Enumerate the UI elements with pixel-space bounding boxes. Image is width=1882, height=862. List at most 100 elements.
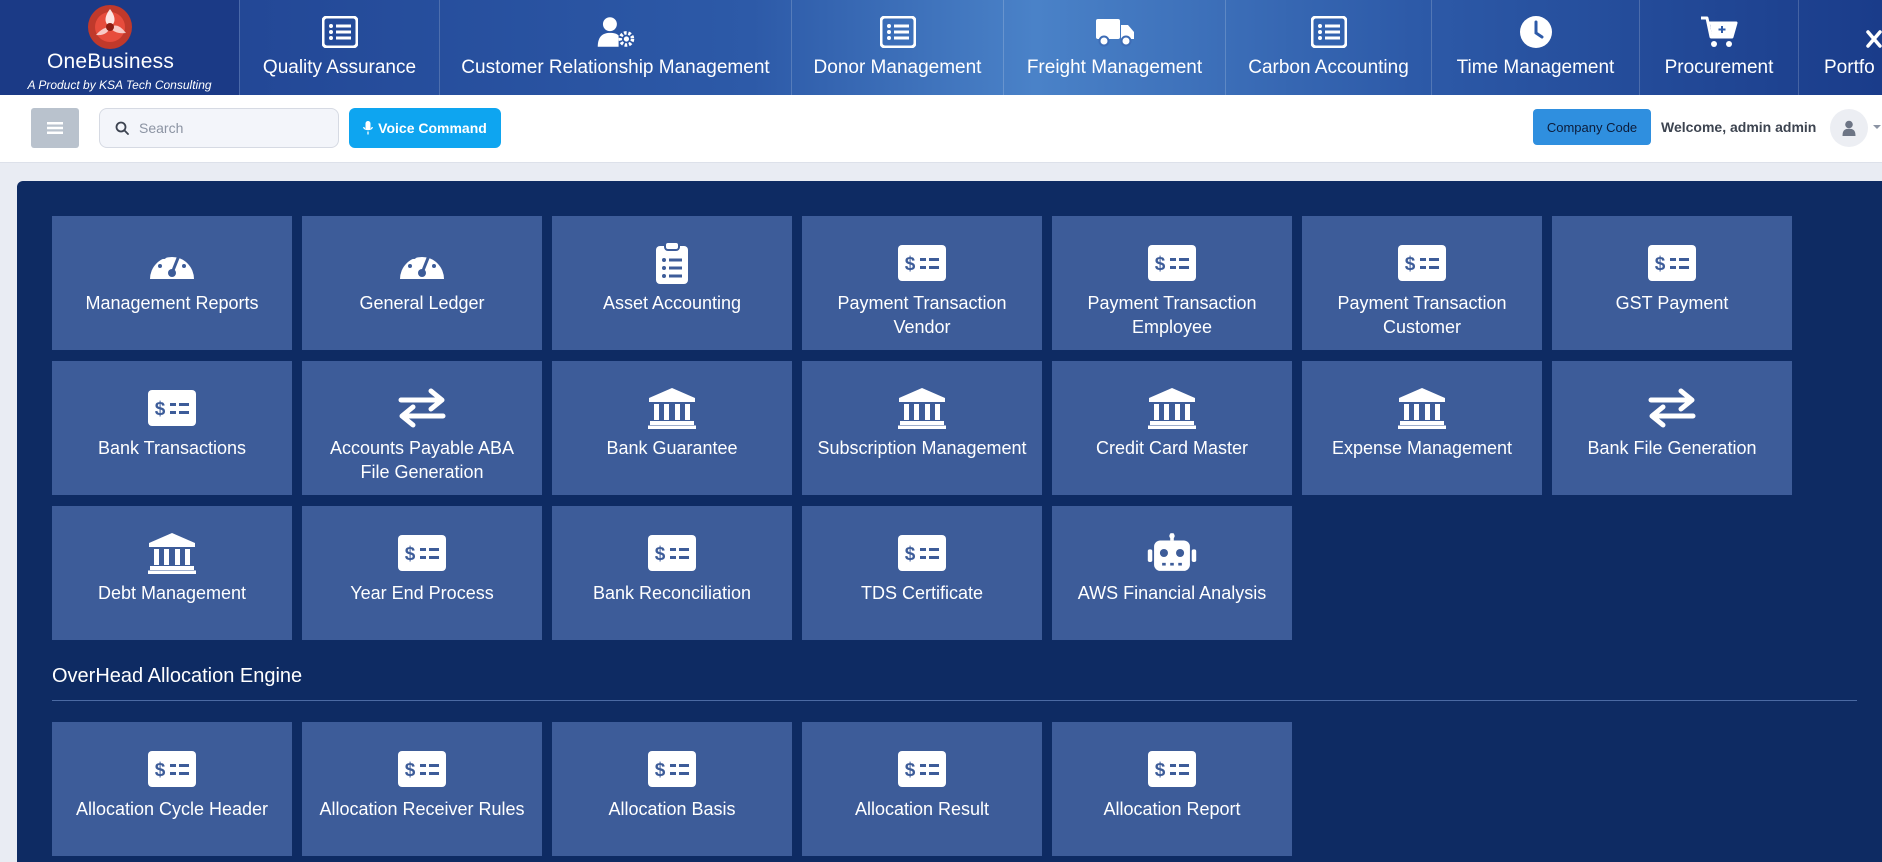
exchange-icon (1646, 388, 1698, 428)
tile-label: Bank Transactions (97, 438, 247, 458)
microphone-icon (363, 121, 374, 135)
tile-general-ledger[interactable]: General Ledger (302, 216, 542, 350)
tile-allocation-result[interactable]: $ Allocation Result (802, 722, 1042, 856)
cart-icon (1699, 14, 1739, 50)
tile-label: Allocation Receiver Rules (319, 799, 525, 819)
module-procurement[interactable]: Procurement (1639, 0, 1798, 95)
tile-label: Payment Transaction Vendor (837, 293, 1007, 337)
svg-text:$: $ (1405, 254, 1416, 275)
gauge-icon (396, 243, 448, 283)
tile-label: Payment Transaction Customer (1337, 293, 1507, 337)
module-carbon-accounting[interactable]: Carbon Accounting (1225, 0, 1431, 95)
tile-payment-transaction-vendor[interactable]: $ Payment Transaction Vendor (802, 216, 1042, 350)
tile-credit-card-master[interactable]: Credit Card Master (1052, 361, 1292, 495)
tile-label: Debt Management (97, 583, 247, 603)
tile-label: Management Reports (85, 293, 259, 313)
tile-label: Year End Process (350, 583, 494, 603)
tile-expense-management[interactable]: Expense Management (1302, 361, 1542, 495)
tile-label: Bank Guarantee (606, 438, 738, 458)
robot-icon (1146, 533, 1198, 573)
tile-label: Bank File Generation (1587, 438, 1757, 458)
company-code-button[interactable]: Company Code (1533, 109, 1651, 145)
module-crm[interactable]: Customer Relationship Management (439, 0, 791, 95)
tile-tds-certificate[interactable]: $ TDS Certificate (802, 506, 1042, 640)
tile-bank-file-generation[interactable]: Bank File Generation (1552, 361, 1792, 495)
money-bill-icon: $ (1146, 243, 1198, 283)
tile-allocation-cycle-header[interactable]: $ Allocation Cycle Header (52, 722, 292, 856)
tile-bank-reconciliation[interactable]: $ Bank Reconciliation (552, 506, 792, 640)
module-freight-management[interactable]: Freight Management (1003, 0, 1225, 95)
svg-text:$: $ (155, 760, 166, 781)
brand-tagline: A Product by KSA Tech Consulting (27, 78, 212, 92)
tile-accounts-payable-aba-file-generation[interactable]: Accounts Payable ABA File Generation (302, 361, 542, 495)
tile-label: Accounts Payable ABA File Generation (329, 438, 515, 482)
tile-label: Payment Transaction Employee (1087, 293, 1257, 337)
close-icon[interactable] (1864, 24, 1882, 58)
tile-allocation-receiver-rules[interactable]: $ Allocation Receiver Rules (302, 722, 542, 856)
bank-icon (146, 533, 198, 574)
tile-label: Allocation Cycle Header (75, 799, 269, 819)
tile-management-reports[interactable]: Management Reports (52, 216, 292, 350)
list-icon (1309, 14, 1349, 50)
sidebar-toggle-button[interactable] (31, 108, 79, 148)
tile-bank-transactions[interactable]: $ Bank Transactions (52, 361, 292, 495)
brand-name: OneBusiness (46, 50, 175, 73)
tile-subscription-management[interactable]: Subscription Management (802, 361, 1042, 495)
svg-text:$: $ (1655, 254, 1666, 275)
svg-text:$: $ (155, 399, 166, 420)
truck-icon (1095, 14, 1135, 50)
avatar[interactable] (1830, 109, 1868, 147)
money-bill-icon: $ (646, 533, 698, 573)
tile-label: Asset Accounting (602, 293, 742, 313)
tile-label: General Ledger (359, 293, 485, 313)
svg-text:$: $ (1155, 254, 1166, 275)
tile-payment-transaction-customer[interactable]: $ Payment Transaction Customer (1302, 216, 1542, 350)
money-bill-icon: $ (896, 243, 948, 283)
tile-label: Credit Card Master (1095, 438, 1249, 458)
svg-text:$: $ (655, 544, 666, 565)
list-icon (320, 14, 360, 50)
module-label: Quality Assurance (262, 57, 417, 78)
module-donor-management[interactable]: Donor Management (791, 0, 1003, 95)
tile-allocation-basis[interactable]: $ Allocation Basis (552, 722, 792, 856)
bank-icon (896, 388, 948, 429)
tile-label: TDS Certificate (860, 583, 984, 603)
onebusiness-logo-icon (88, 5, 132, 49)
brand[interactable]: OneBusiness A Product by KSA Tech Consul… (0, 0, 239, 95)
search-icon (115, 121, 129, 135)
hamburger-icon (47, 122, 63, 134)
toolbar: Voice Command Company Code Welcome, admi… (0, 95, 1882, 163)
tile-payment-transaction-employee[interactable]: $ Payment Transaction Employee (1052, 216, 1292, 350)
svg-text:$: $ (905, 760, 916, 781)
module-time-management[interactable]: Time Management (1431, 0, 1639, 95)
svg-text:$: $ (405, 760, 416, 781)
tile-label: Allocation Report (1103, 799, 1241, 819)
module-quality-assurance[interactable]: Quality Assurance (239, 0, 439, 95)
finance-dashboard-panel: Management Reports General Ledger Asset Ac… (17, 181, 1882, 862)
tile-asset-accounting[interactable]: Asset Accounting (552, 216, 792, 350)
tile-year-end-process[interactable]: $ Year End Process (302, 506, 542, 640)
svg-text:$: $ (655, 760, 666, 781)
tile-label: Allocation Basis (608, 799, 736, 819)
tile-label: Bank Reconciliation (592, 583, 752, 603)
tile-allocation-report[interactable]: $ Allocation Report (1052, 722, 1292, 856)
tile-debt-management[interactable]: Debt Management (52, 506, 292, 640)
tile-label: AWS Financial Analysis (1077, 583, 1267, 603)
module-bar: OneBusiness A Product by KSA Tech Consul… (0, 0, 1882, 95)
tile-bank-guarantee[interactable]: Bank Guarantee (552, 361, 792, 495)
module-label: Carbon Accounting (1248, 57, 1409, 78)
search-input[interactable] (139, 120, 329, 136)
tile-aws-financial-analysis[interactable]: AWS Financial Analysis (1052, 506, 1292, 640)
chevron-down-icon[interactable] (1873, 125, 1881, 129)
tile-gst-payment[interactable]: $ GST Payment (1552, 216, 1792, 350)
voice-command-button[interactable]: Voice Command (349, 108, 501, 148)
money-bill-icon: $ (396, 533, 448, 573)
module-label: Time Management (1456, 57, 1615, 78)
money-bill-icon: $ (146, 388, 198, 428)
exchange-icon (396, 388, 448, 428)
welcome-text: Welcome, admin admin (1661, 119, 1817, 135)
search-box[interactable] (99, 108, 339, 148)
user-gear-icon (596, 14, 636, 50)
money-bill-icon: $ (1646, 243, 1698, 283)
user-icon (1842, 120, 1856, 136)
